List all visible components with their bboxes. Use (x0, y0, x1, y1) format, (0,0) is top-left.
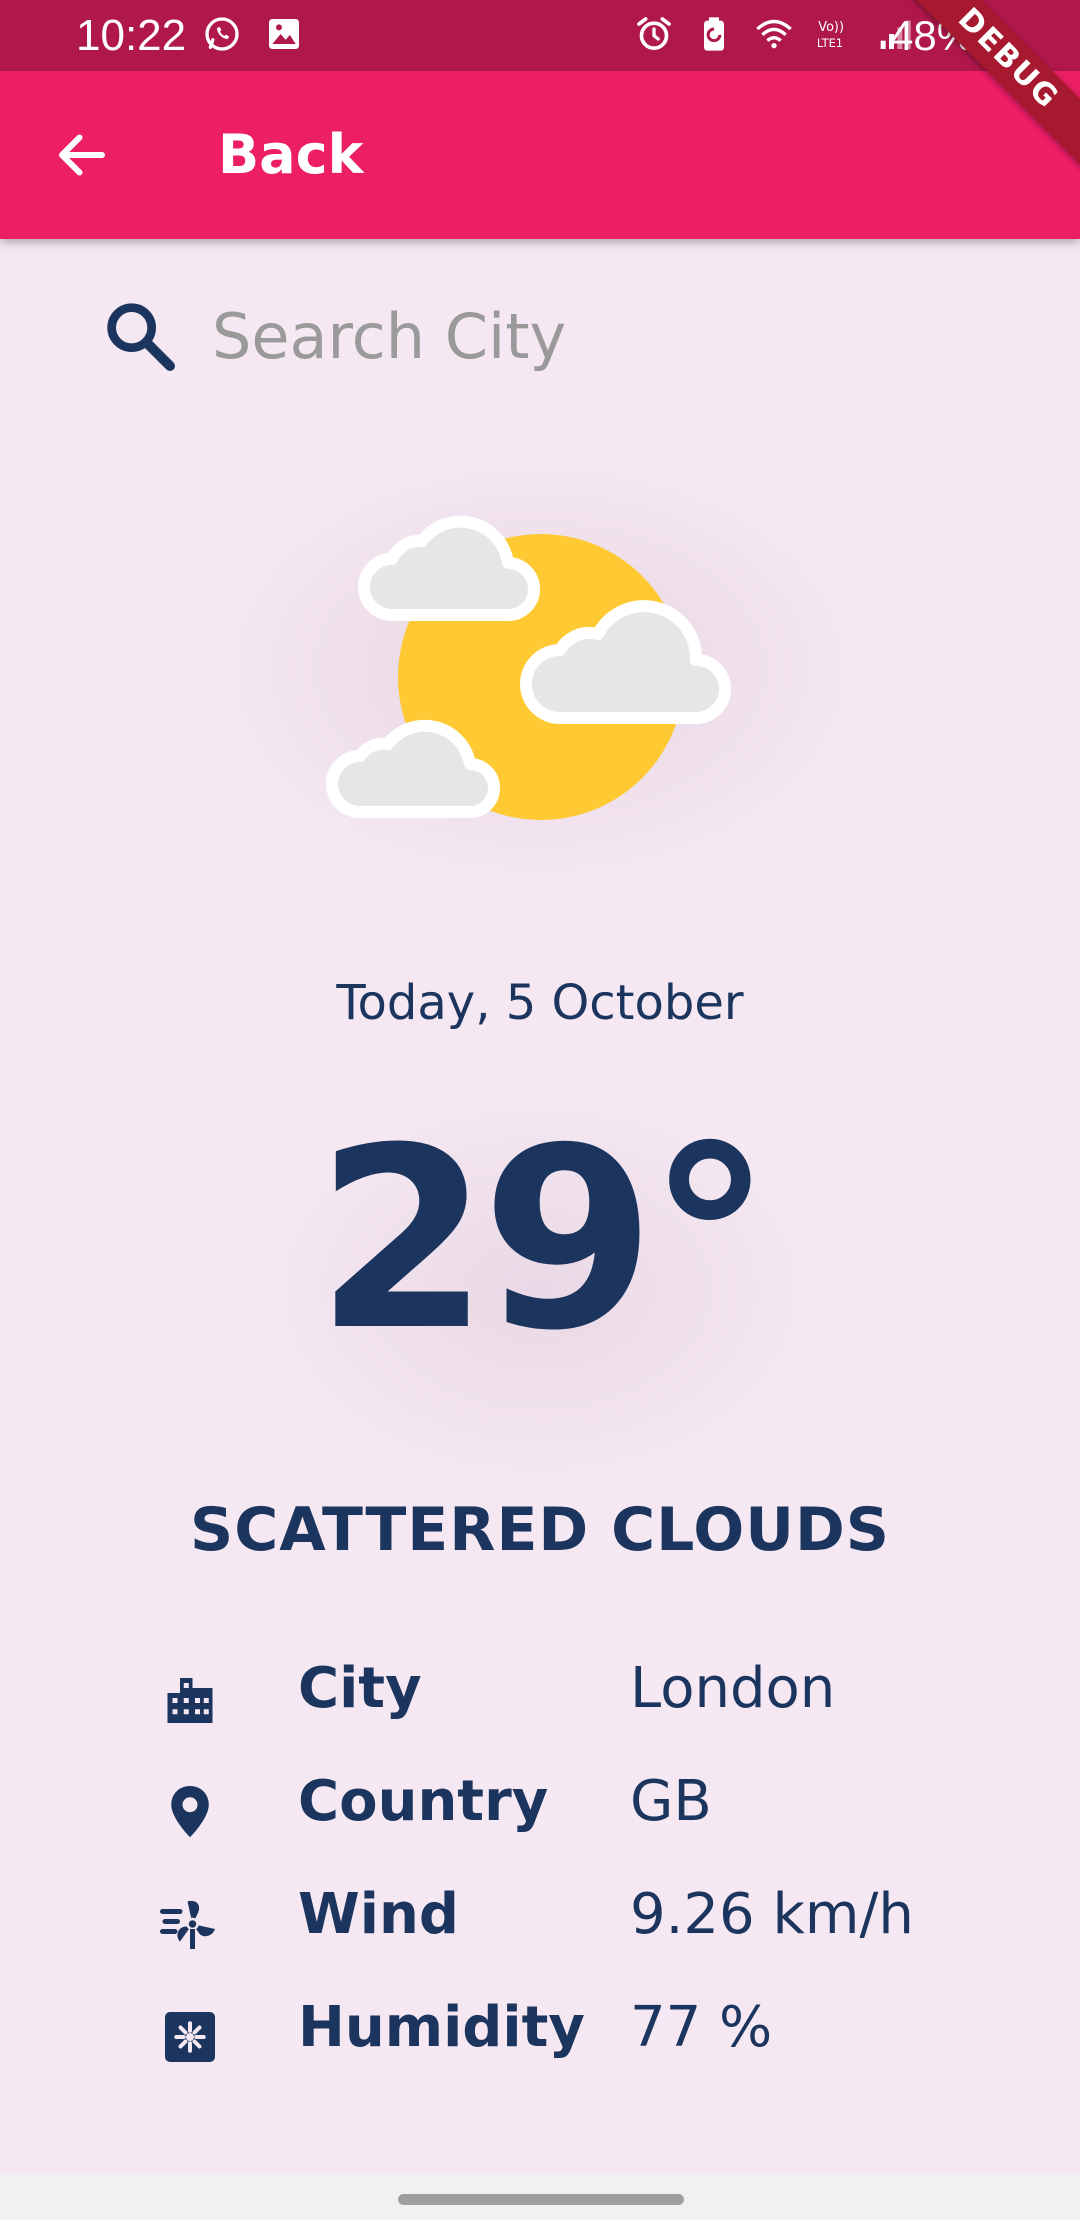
detail-row-humidity: Humidity 77 % (160, 1989, 980, 2079)
image-icon (269, 19, 299, 49)
weather-condition: SCATTERED CLOUDS (190, 1495, 890, 1565)
detail-row-city: City London (160, 1650, 980, 1740)
detail-value: 9.26 km/h (630, 1882, 914, 1947)
home-indicator[interactable] (398, 2194, 684, 2205)
status-right-icons: Vo)) LTE1 (634, 14, 914, 54)
humidity-icon (165, 2012, 215, 2062)
city-icon (167, 1678, 213, 1723)
search-input[interactable] (210, 290, 954, 382)
svg-text:LTE1: LTE1 (817, 36, 843, 50)
app-bar: Back (0, 71, 1080, 239)
status-bar: 10:22 Vo)) LTE1 48% (0, 0, 1080, 71)
temperature-value: 29° (315, 1094, 773, 1385)
detail-value: London (630, 1656, 836, 1721)
detail-label: Humidity (298, 1995, 585, 2060)
location-pin-icon (171, 1786, 209, 1838)
detail-value: 77 % (630, 1995, 773, 2060)
wind-icon (160, 1900, 215, 1949)
arrow-left-icon[interactable] (52, 125, 112, 185)
sun-with-clouds-icon (326, 515, 731, 820)
battery-saver-icon (704, 17, 724, 51)
detail-label: Country (298, 1769, 549, 1834)
detail-row-country: Country GB (160, 1763, 980, 1853)
system-nav-bar (0, 2174, 1080, 2220)
search-icon[interactable] (100, 296, 180, 376)
status-time: 10:22 (76, 11, 187, 60)
page-title[interactable]: Back (218, 115, 364, 195)
date-label: Today, 5 October (336, 975, 744, 1031)
search-bar (100, 290, 980, 382)
status-left-icons (202, 14, 304, 54)
detail-label: Wind (298, 1882, 459, 1947)
detail-label: City (298, 1656, 422, 1721)
detail-row-wind: Wind 9.26 km/h (160, 1876, 980, 1966)
wifi-icon (756, 19, 792, 49)
whatsapp-icon (205, 17, 239, 51)
svg-text:Vo)): Vo)) (818, 20, 844, 35)
detail-value: GB (630, 1769, 712, 1834)
alarm-icon (637, 17, 671, 51)
volte-icon: Vo)) LTE1 (817, 20, 844, 50)
